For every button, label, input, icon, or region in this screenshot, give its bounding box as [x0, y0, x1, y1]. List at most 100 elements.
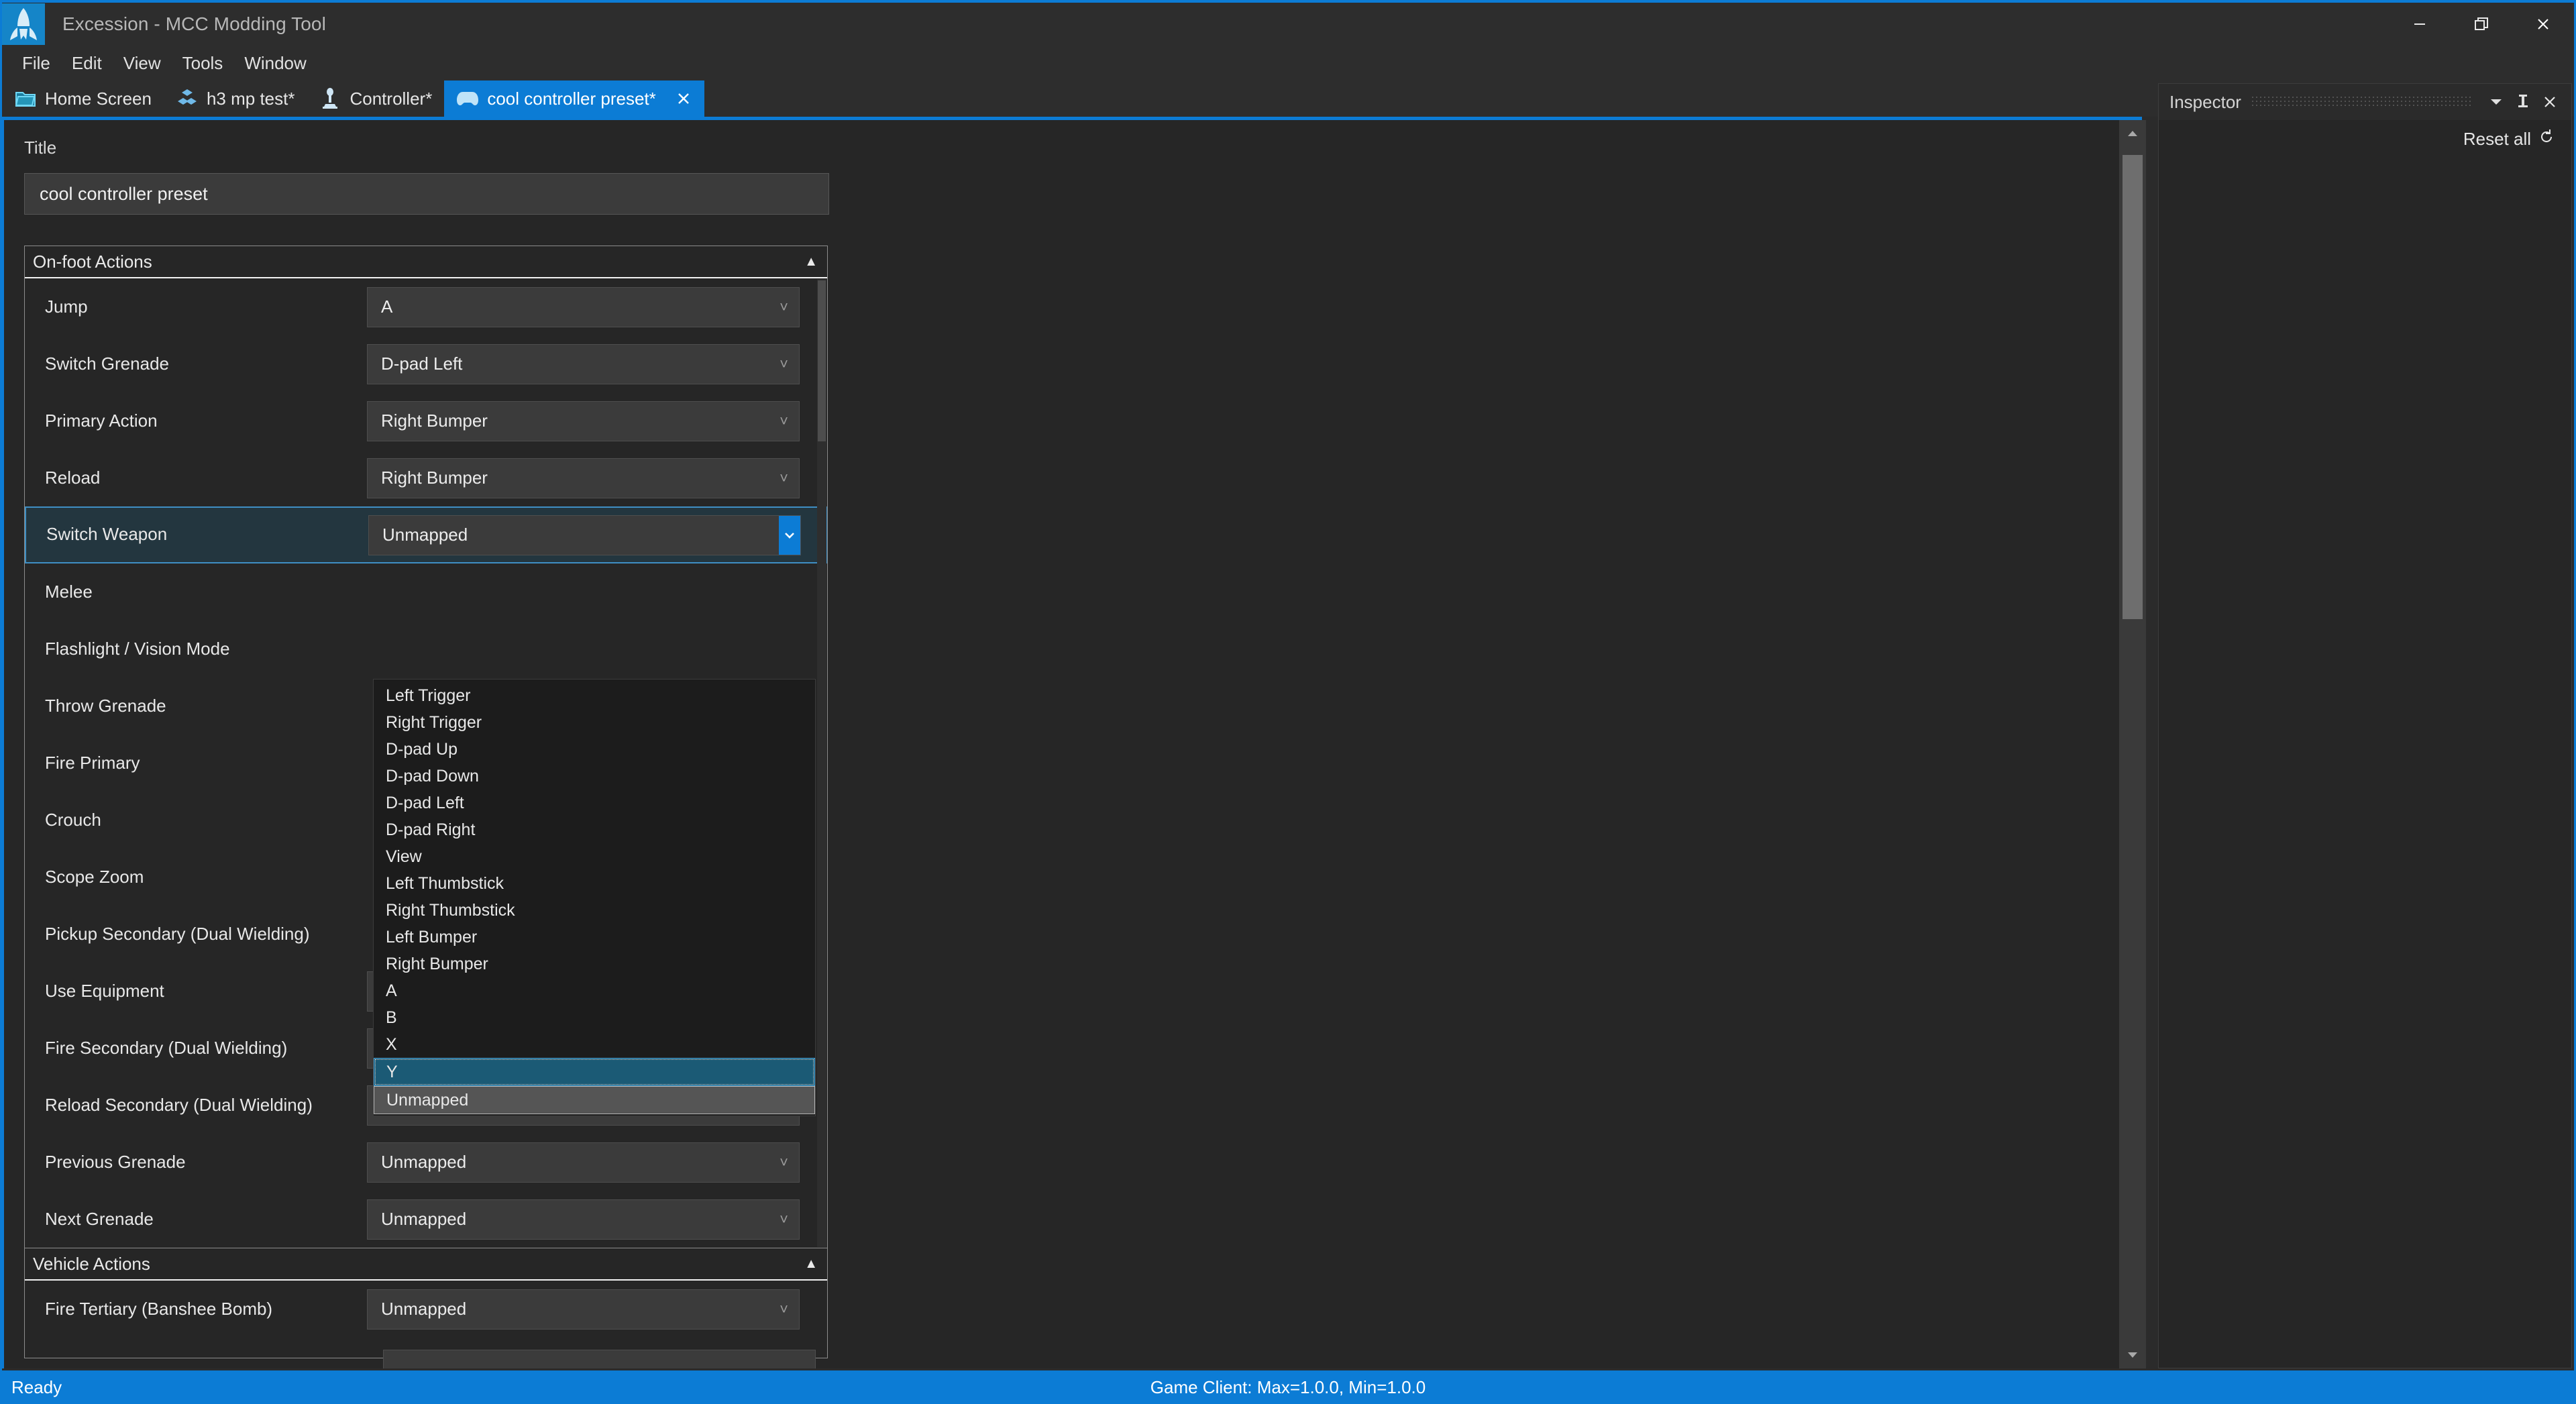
action-row[interactable]: Flashlight / Vision Mode — [25, 620, 827, 678]
binding-combobox[interactable]: Right Bumper ˅ — [367, 457, 800, 498]
restore-button[interactable] — [2451, 3, 2512, 46]
menu-view[interactable]: View — [113, 49, 172, 78]
action-row[interactable] — [25, 1338, 827, 1368]
window-controls — [2389, 3, 2574, 46]
dropdown-option[interactable]: Right Trigger — [374, 709, 815, 736]
tab-controller[interactable]: Controller* — [307, 80, 444, 117]
document-scrollbar-thumb[interactable] — [2123, 155, 2143, 619]
tab-label: h3 mp test* — [206, 88, 295, 109]
pin-icon[interactable] — [2510, 89, 2536, 115]
close-button[interactable] — [2512, 3, 2574, 46]
tab-label: Controller* — [350, 88, 433, 109]
binding-value: Unmapped — [381, 1152, 467, 1172]
action-row[interactable]: Jump A ˅ — [25, 278, 827, 335]
dropdown-option[interactable]: Left Trigger — [374, 682, 815, 709]
dropdown-option[interactable]: B — [374, 1004, 815, 1031]
application-window: Excession - MCC Modding Tool File Edit V… — [0, 0, 2576, 1404]
reset-icon[interactable] — [2538, 128, 2555, 150]
binding-combobox[interactable]: Right Bumper ˅ — [367, 400, 800, 441]
binding-dropdown-popup[interactable]: Left Trigger Right Trigger D-pad Up D-pa… — [373, 679, 816, 1116]
group-header-on-foot-actions[interactable]: On-foot Actions ▲ — [25, 246, 827, 278]
action-row[interactable]: Fire Tertiary (Banshee Bomb) Unmapped ˅ — [25, 1281, 827, 1338]
menu-window[interactable]: Window — [233, 49, 317, 78]
group-header-vehicle-actions[interactable]: Vehicle Actions ▲ — [25, 1248, 827, 1281]
scroll-down-icon[interactable] — [2119, 1342, 2146, 1368]
dropdown-option[interactable]: D-pad Left — [374, 790, 815, 816]
menu-tools[interactable]: Tools — [172, 49, 234, 78]
tab-cool-controller-preset[interactable]: cool controller preset* — [444, 80, 704, 117]
dropdown-option[interactable]: Left Bumper — [374, 924, 815, 951]
binding-combobox-open[interactable]: Unmapped — [368, 515, 801, 555]
action-row[interactable]: Switch Grenade D-pad Left ˅ — [25, 335, 827, 392]
title-input[interactable]: cool controller preset — [24, 173, 829, 215]
tab-h3-mp-test[interactable]: h3 mp test* — [164, 80, 307, 117]
cubes-icon — [176, 87, 199, 110]
inspector-title: Inspector — [2169, 91, 2241, 112]
action-label: Reload Secondary (Dual Wielding) — [45, 1095, 313, 1115]
chevron-up-icon[interactable]: ▲ — [804, 255, 818, 268]
action-label: Flashlight / Vision Mode — [45, 639, 230, 659]
binding-value: Right Bumper — [381, 468, 488, 488]
binding-combobox[interactable]: Unmapped ˅ — [367, 1142, 800, 1183]
chevron-down-icon: ˅ — [780, 1300, 788, 1317]
combobox-dropdown-button[interactable] — [779, 515, 800, 555]
app-logo-icon — [2, 3, 45, 45]
chevron-down-icon: ˅ — [780, 1153, 788, 1171]
action-row[interactable]: Previous Grenade Unmapped ˅ — [25, 1134, 827, 1191]
menu-edit[interactable]: Edit — [61, 49, 113, 78]
binding-combobox[interactable]: Unmapped ˅ — [367, 1199, 800, 1240]
dropdown-option[interactable]: D-pad Up — [374, 736, 815, 763]
panel-drag-grip[interactable] — [2250, 95, 2473, 109]
dropdown-option[interactable]: D-pad Down — [374, 763, 815, 790]
action-label: Fire Primary — [45, 753, 140, 773]
binding-combobox[interactable]: D-pad Left ˅ — [367, 343, 800, 384]
inspector-body: Reset all — [2159, 120, 2571, 150]
action-row-selected[interactable]: Switch Weapon Unmapped — [25, 506, 827, 563]
chevron-down-icon[interactable] — [2483, 89, 2510, 115]
tab-close-icon[interactable] — [675, 90, 692, 107]
minimize-button[interactable] — [2389, 3, 2451, 46]
dropdown-option-selected[interactable]: Y — [374, 1058, 815, 1086]
close-icon[interactable] — [2536, 89, 2563, 115]
document-scrollbar[interactable] — [2119, 120, 2146, 1368]
dropdown-option[interactable]: View — [374, 843, 815, 870]
action-row[interactable]: Melee — [25, 563, 827, 620]
binding-combobox[interactable]: Unmapped ˅ — [367, 1289, 800, 1330]
dropdown-option[interactable]: Right Thumbstick — [374, 897, 815, 924]
folder-icon — [14, 87, 37, 110]
action-label: Pickup Secondary (Dual Wielding) — [45, 924, 310, 944]
group-body-vehicle-actions: Fire Tertiary (Banshee Bomb) Unmapped ˅ — [25, 1281, 827, 1368]
action-row[interactable]: Primary Action Right Bumper ˅ — [25, 392, 827, 449]
document-scroll-area: Title cool controller preset On-foot Act… — [4, 120, 2146, 1368]
action-row[interactable]: Next Grenade Unmapped ˅ — [25, 1191, 827, 1248]
reset-all-button[interactable]: Reset all — [2159, 128, 2555, 150]
chevron-up-icon[interactable]: ▲ — [804, 1257, 818, 1271]
dropdown-option[interactable]: Left Thumbstick — [374, 870, 815, 897]
window-title: Excession - MCC Modding Tool — [62, 13, 326, 34]
action-label: Fire Tertiary (Banshee Bomb) — [45, 1299, 273, 1319]
action-row[interactable]: Reload Right Bumper ˅ — [25, 449, 827, 506]
binding-value: D-pad Left — [381, 354, 463, 374]
reset-all-label: Reset all — [2463, 129, 2531, 149]
inspector-panel: Inspector Reset all — [2158, 83, 2572, 1368]
tab-home-screen[interactable]: Home Screen — [2, 80, 164, 117]
binding-value: Unmapped — [381, 1209, 467, 1229]
binding-combobox[interactable]: A ˅ — [367, 286, 800, 327]
group-scrollbar[interactable] — [817, 279, 826, 1247]
chevron-down-icon: ˅ — [780, 355, 788, 372]
binding-combobox[interactable] — [383, 1350, 816, 1368]
binding-value: Unmapped — [382, 525, 468, 545]
group-scrollbar-thumb[interactable] — [818, 280, 826, 441]
dropdown-option[interactable]: A — [374, 977, 815, 1004]
scroll-up-icon[interactable] — [2119, 120, 2146, 147]
dropdown-option[interactable]: D-pad Right — [374, 816, 815, 843]
dropdown-option[interactable]: Right Bumper — [374, 951, 815, 977]
action-label: Scope Zoom — [45, 867, 144, 887]
status-center-text: Game Client: Max=1.0.0, Min=1.0.0 — [1150, 1376, 1426, 1397]
action-label: Switch Grenade — [45, 354, 169, 374]
menu-file[interactable]: File — [11, 49, 61, 78]
binding-value: A — [381, 296, 393, 317]
dropdown-option-hovered[interactable]: Unmapped — [374, 1086, 815, 1114]
status-left-text: Ready — [11, 1376, 62, 1397]
dropdown-option[interactable]: X — [374, 1031, 815, 1058]
